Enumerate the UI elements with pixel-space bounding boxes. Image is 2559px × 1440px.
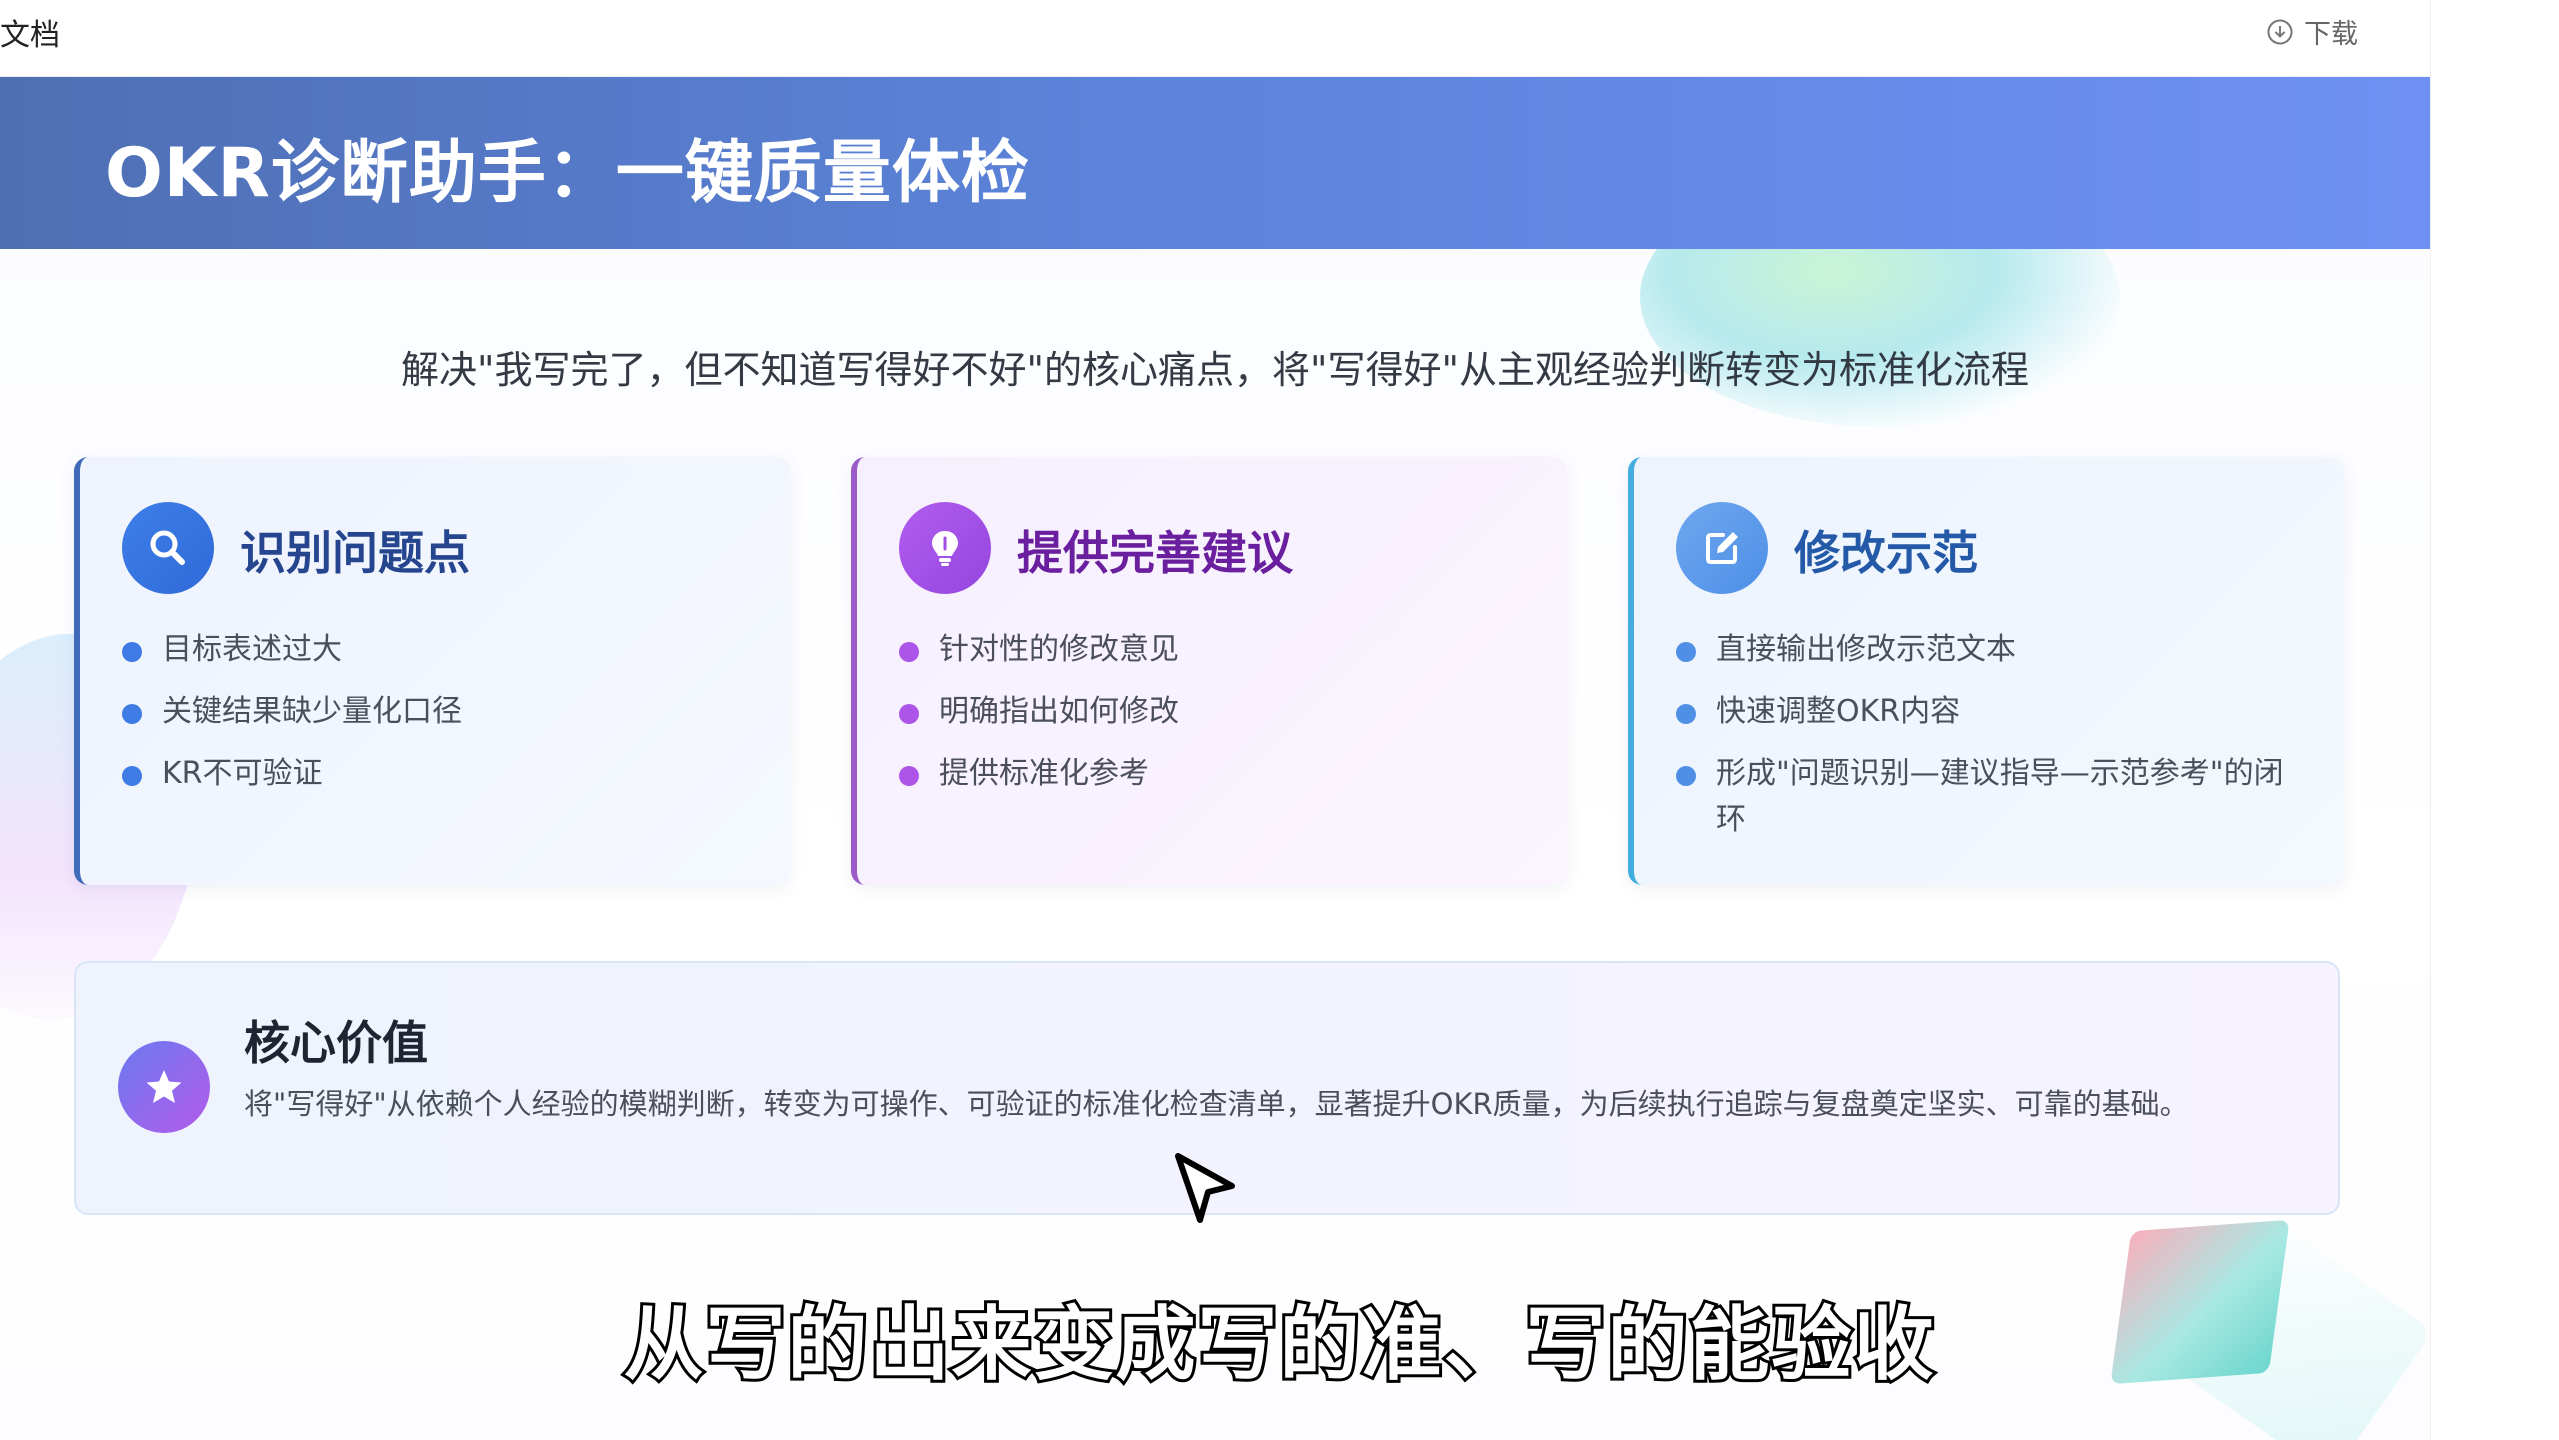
download-button[interactable]: 下载	[2266, 12, 2358, 51]
list-item: 针对性的修改意见	[899, 627, 1509, 673]
card-list: 直接输出修改示范文本 快速调整OKR内容 形成"问题识别—建议指导—示范参考"的…	[1676, 627, 2286, 859]
core-value-icon-badge	[118, 1041, 210, 1133]
right-gutter	[2430, 0, 2559, 1440]
core-value-text: 将"写得好"从依赖个人经验的模糊判断，转变为可操作、可验证的标准化检查清单，显著…	[244, 1087, 2189, 1121]
list-item: 关键结果缺少量化口径	[122, 689, 732, 735]
search-icon	[150, 530, 185, 565]
list-item: 提供标准化参考	[899, 751, 1509, 797]
title-banner: OKR诊断助手：一键质量体检	[0, 77, 2430, 249]
mouse-cursor-icon	[1175, 1153, 1235, 1223]
list-item: 明确指出如何修改	[899, 689, 1509, 735]
card-example-edits: 修改示范 直接输出修改示范文本 快速调整OKR内容 形成"问题识别—建议指导—示…	[1628, 457, 2344, 885]
list-item: 快速调整OKR内容	[1676, 689, 2286, 735]
video-subtitle-caption: 从写的出来变成写的准、写的能验收	[621, 1295, 1937, 1394]
slide-subtitle: 解决"我写完了，但不知道写得好不好"的核心痛点，将"写得好"从主观经验判断转变为…	[401, 348, 2029, 392]
edit-icon	[1706, 532, 1738, 564]
star-icon	[146, 1070, 182, 1103]
card-title: 修改示范	[1794, 526, 1978, 580]
card-icon-badge	[899, 502, 991, 594]
card-list: 针对性的修改意见 明确指出如何修改 提供标准化参考	[899, 627, 1509, 813]
card-identify-problems: 识别问题点 目标表述过大 关键结果缺少量化口径 KR不可验证	[74, 457, 790, 885]
card-list: 目标表述过大 关键结果缺少量化口径 KR不可验证	[122, 627, 732, 813]
lightbulb-icon	[932, 531, 958, 566]
list-item: KR不可验证	[122, 751, 732, 797]
download-label: 下载	[2304, 19, 2358, 50]
list-item: 形成"问题识别—建议指导—示范参考"的闭环	[1676, 751, 2286, 843]
card-icon-badge	[122, 502, 214, 594]
document-toolbar: 文档 下载	[0, 0, 2430, 77]
card-title: 识别问题点	[240, 526, 470, 580]
list-item: 直接输出修改示范文本	[1676, 627, 2286, 673]
card-suggestions: 提供完善建议 针对性的修改意见 明确指出如何修改 提供标准化参考	[851, 457, 1567, 885]
slide-title: OKR诊断助手：一键质量体检	[105, 134, 1030, 213]
list-item: 目标表述过大	[122, 627, 732, 673]
card-title: 提供完善建议	[1017, 526, 1293, 580]
slide-canvas: OKR诊断助手：一键质量体检 解决"我写完了，但不知道写得好不好"的核心痛点，将…	[0, 77, 2430, 1440]
core-value-title: 核心价值	[244, 1016, 428, 1070]
document-label: 文档	[0, 18, 60, 53]
card-icon-badge	[1676, 502, 1768, 594]
download-circle-icon	[2267, 19, 2293, 44]
